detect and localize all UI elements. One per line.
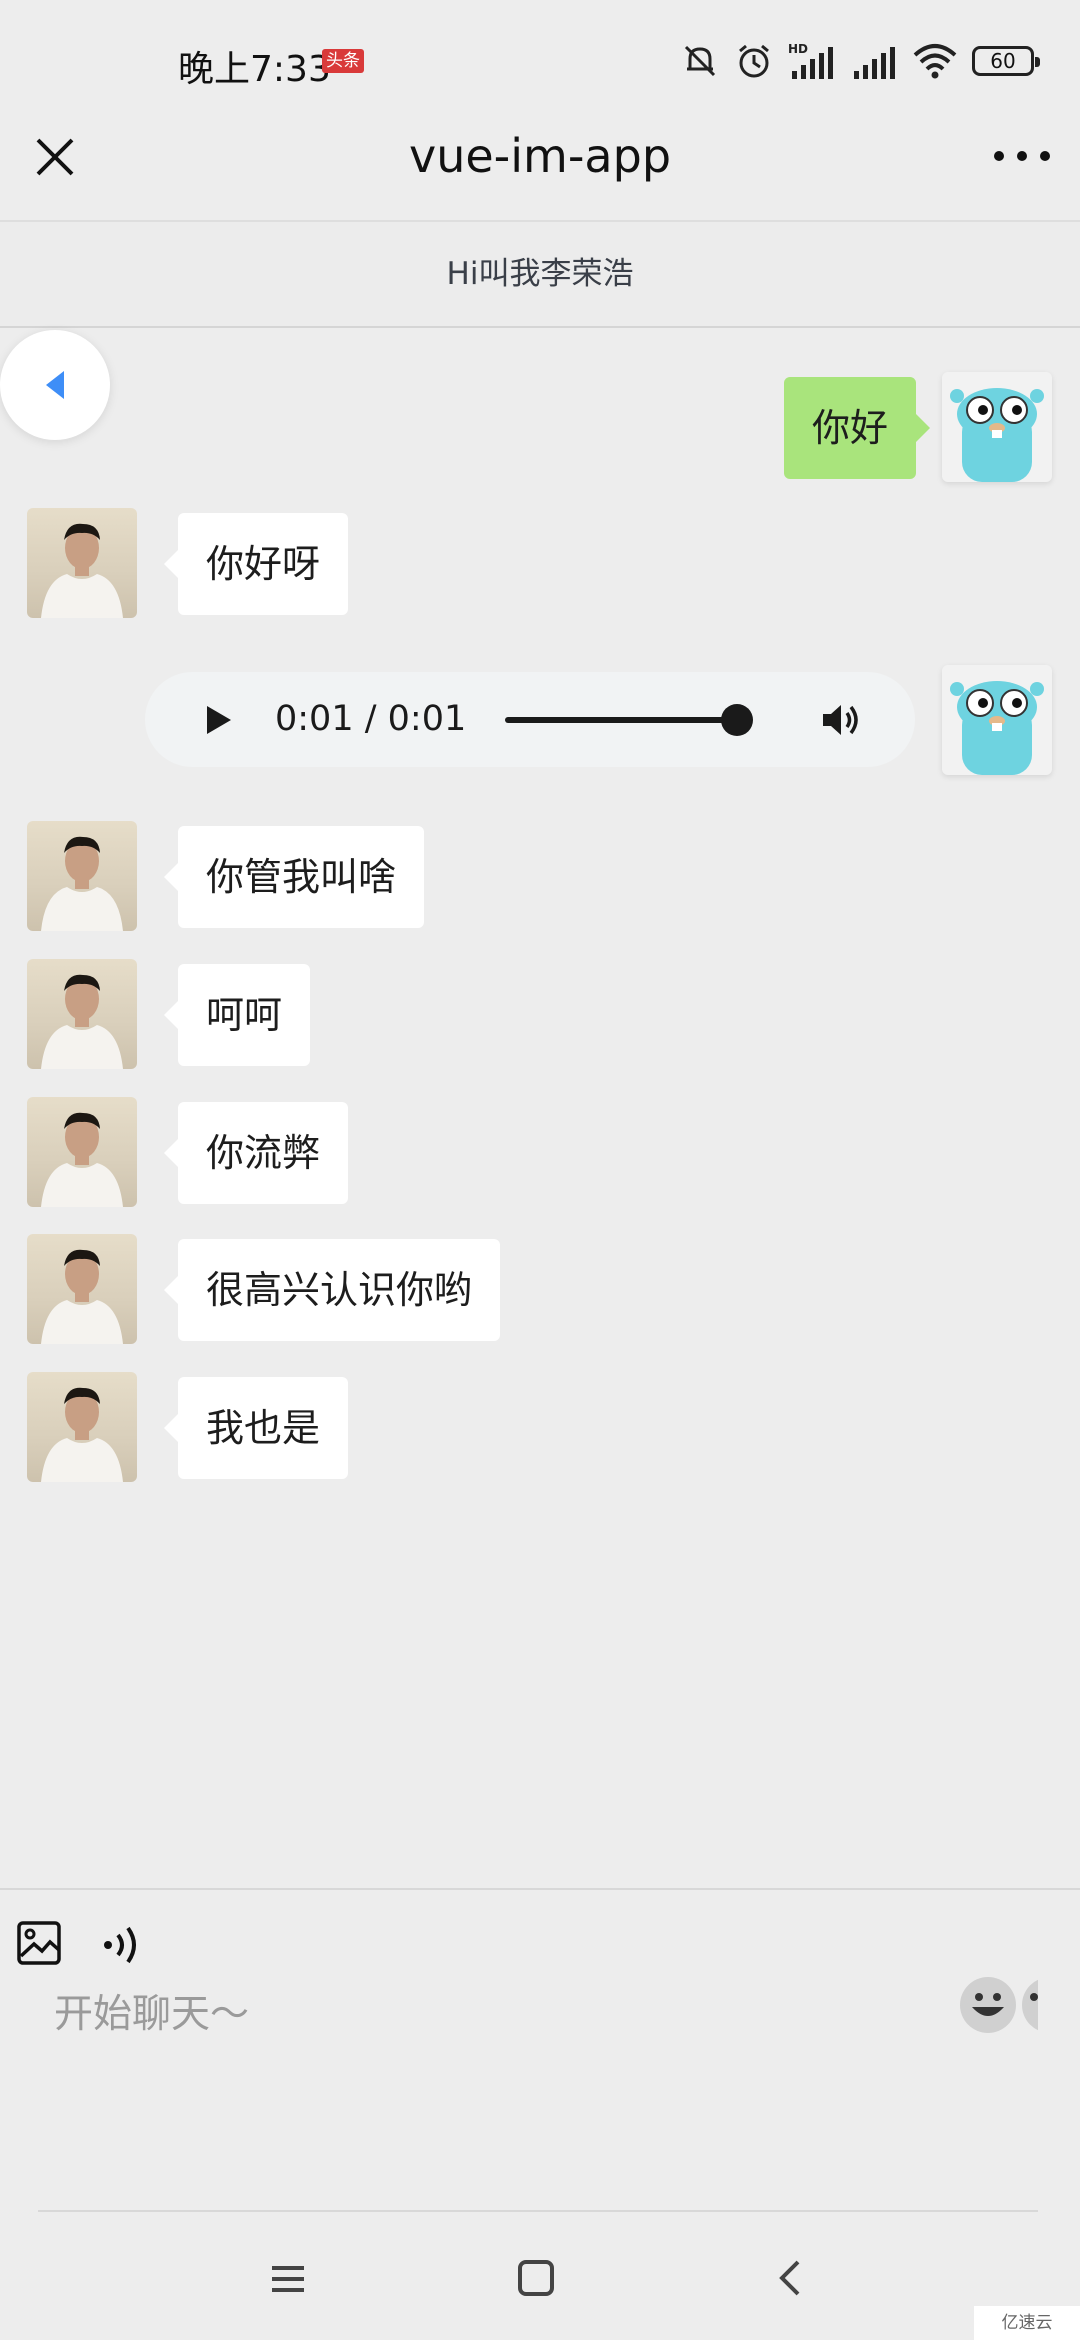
contact-photo-icon bbox=[41, 1112, 123, 1207]
mute-bell-icon bbox=[684, 45, 716, 77]
signal-icon bbox=[854, 47, 895, 79]
message-bubble-received[interactable]: 你管我叫啥 bbox=[163, 826, 425, 928]
input-area bbox=[0, 1888, 1080, 2212]
network-label: HD bbox=[788, 42, 808, 56]
audio-progress-knob[interactable] bbox=[721, 704, 753, 736]
signal-hd-icon: HD bbox=[788, 42, 833, 79]
home-icon[interactable] bbox=[518, 2260, 554, 2296]
avatar-contact[interactable] bbox=[27, 821, 137, 931]
message-bubble-received[interactable]: 你流弊 bbox=[163, 1102, 349, 1204]
nav-bar: vue-im-app bbox=[0, 120, 1080, 220]
back-button[interactable] bbox=[0, 330, 110, 440]
more-icon[interactable] bbox=[994, 144, 1050, 168]
contact-photo-icon bbox=[41, 523, 123, 618]
page-title: vue-im-app bbox=[408, 129, 672, 183]
message-bubble-received[interactable]: 呵呵 bbox=[163, 964, 311, 1066]
back-icon[interactable] bbox=[774, 2258, 804, 2298]
alarm-icon bbox=[739, 44, 769, 78]
avatar-self[interactable] bbox=[942, 372, 1052, 482]
message-bubble-received[interactable]: 我也是 bbox=[163, 1377, 349, 1479]
gopher-avatar-icon bbox=[950, 388, 1044, 482]
contact-photo-icon bbox=[41, 1249, 123, 1344]
emoji-icon[interactable] bbox=[1020, 1975, 1038, 2035]
message-bubble-received[interactable]: 很高兴认识你哟 bbox=[163, 1239, 501, 1341]
contact-photo-icon bbox=[41, 1387, 123, 1482]
wifi-icon bbox=[913, 44, 957, 79]
system-nav-bar: 亿速云 bbox=[0, 2210, 1080, 2340]
emoji-icon[interactable] bbox=[958, 1975, 1018, 2035]
status-icons: HD 60 bbox=[680, 36, 1040, 86]
contact-photo-icon bbox=[41, 974, 123, 1069]
chat-input[interactable] bbox=[54, 1974, 914, 2054]
avatar-contact[interactable] bbox=[27, 1372, 137, 1482]
status-bar: 晚上7:33 头条 HD 60 bbox=[0, 0, 1080, 120]
gopher-avatar-icon bbox=[950, 681, 1044, 775]
message-bubble-sent[interactable]: 你好 bbox=[783, 377, 931, 479]
image-icon[interactable] bbox=[16, 1920, 62, 1966]
audio-time: 0:01 / 0:01 bbox=[275, 699, 467, 739]
avatar-contact[interactable] bbox=[27, 959, 137, 1069]
contact-photo-icon bbox=[41, 836, 123, 931]
play-icon[interactable] bbox=[197, 700, 237, 740]
avatar-self[interactable] bbox=[942, 665, 1052, 775]
watermark: 亿速云 bbox=[974, 2306, 1080, 2340]
status-news-badge: 头条 bbox=[322, 49, 364, 73]
voice-icon[interactable] bbox=[100, 1920, 146, 1970]
volume-icon[interactable] bbox=[817, 696, 865, 744]
chat-header: Hi叫我李荣浩 bbox=[0, 220, 1080, 328]
audio-player[interactable]: 0:01 / 0:01 bbox=[145, 672, 915, 767]
status-time: 晚上7:33 bbox=[178, 49, 331, 90]
avatar-contact[interactable] bbox=[27, 1234, 137, 1344]
message-bubble-received[interactable]: 你好呀 bbox=[163, 513, 349, 615]
avatar-contact[interactable] bbox=[27, 508, 137, 618]
avatar-contact[interactable] bbox=[27, 1097, 137, 1207]
back-arrow-icon bbox=[46, 371, 64, 399]
menu-icon[interactable] bbox=[270, 2264, 306, 2294]
battery-level: 60 bbox=[990, 49, 1016, 73]
battery-icon: 60 bbox=[972, 46, 1040, 76]
audio-progress-track[interactable] bbox=[505, 717, 741, 723]
